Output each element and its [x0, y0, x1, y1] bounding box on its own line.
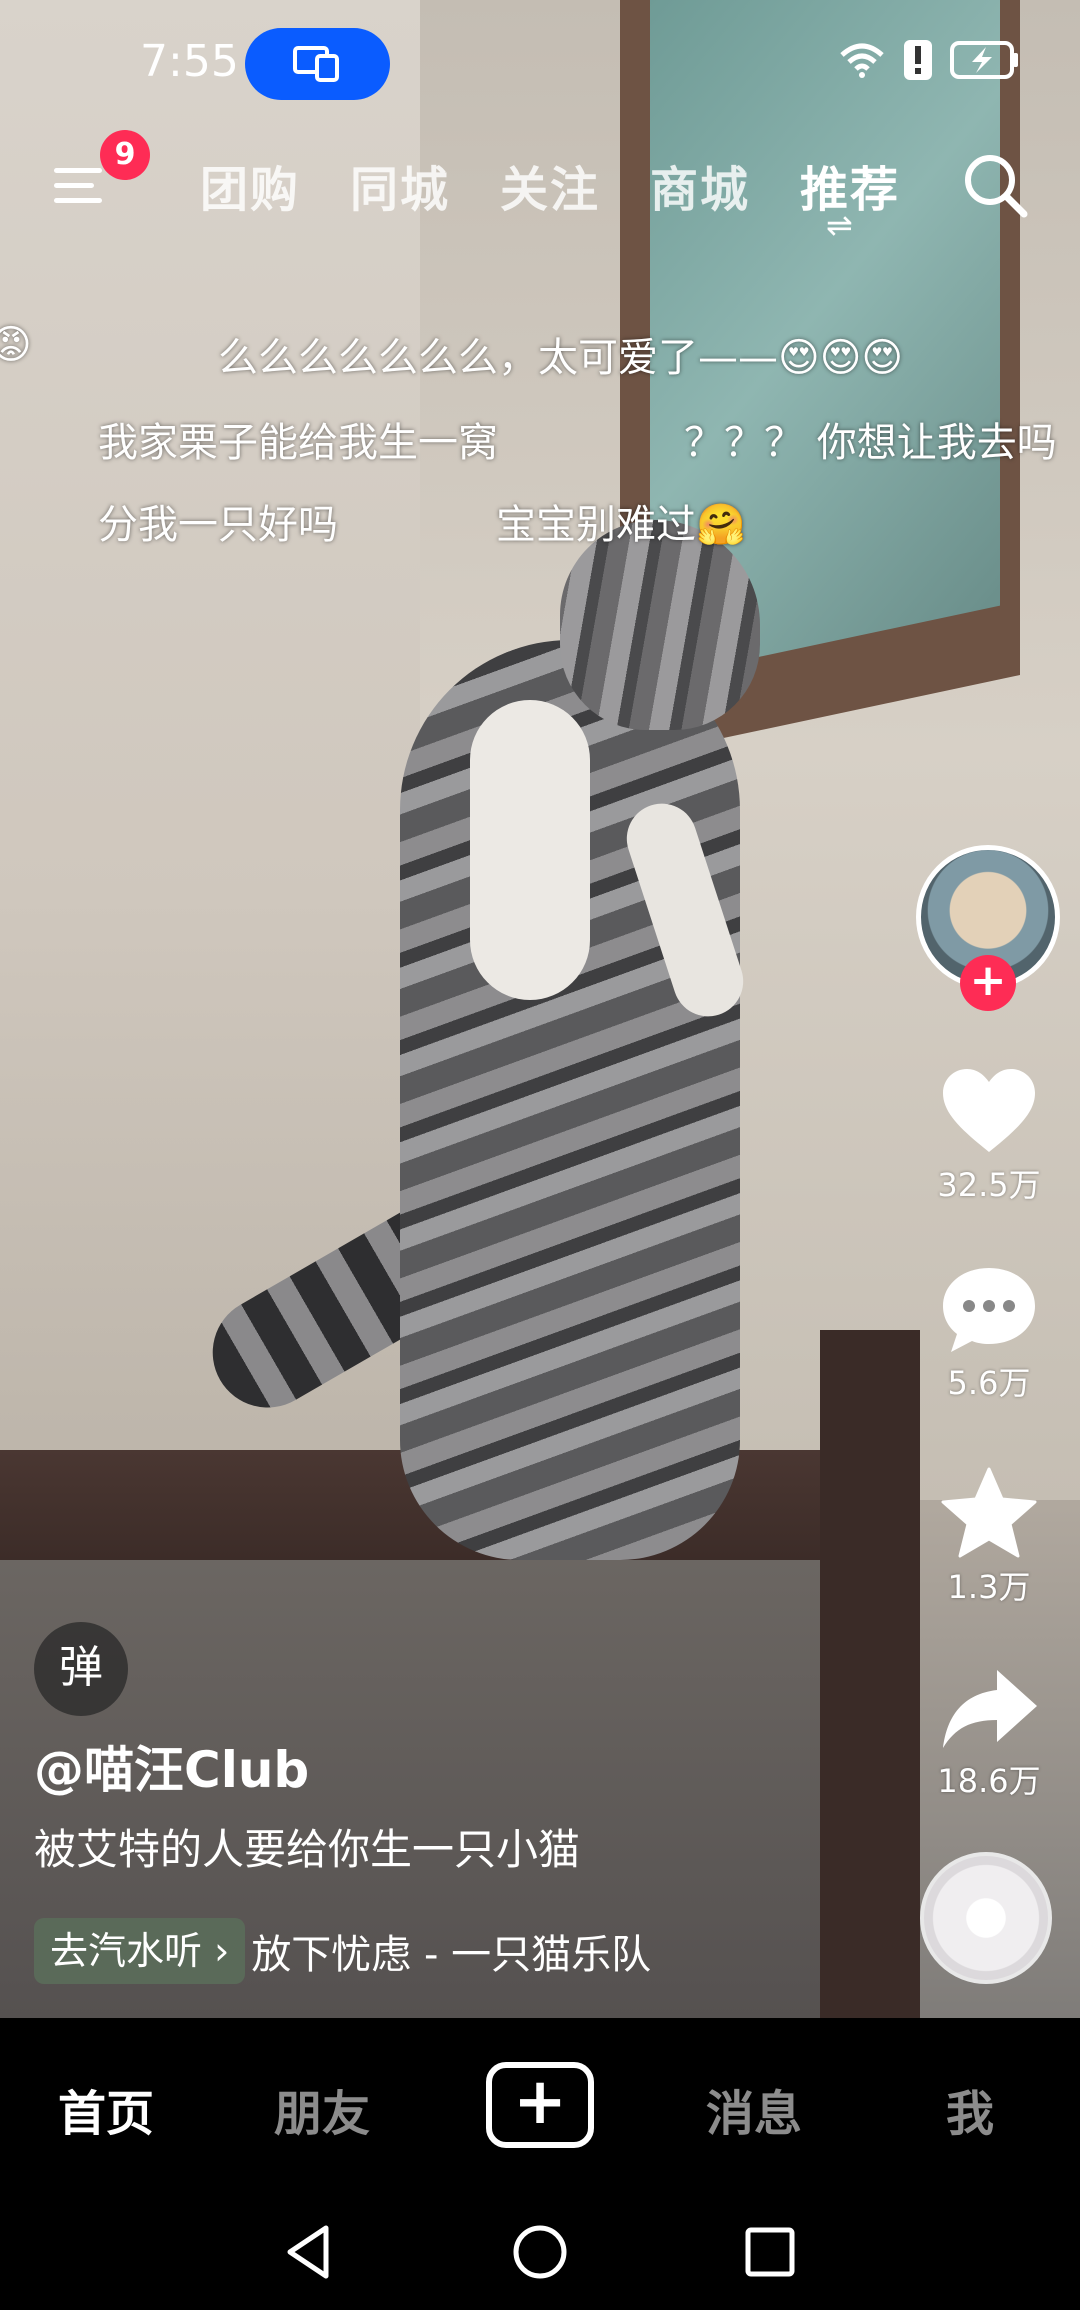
top-nav: 9 团购 同城 关注 商城 推荐 ⇌ — [0, 130, 1080, 244]
alert-icon — [904, 40, 932, 80]
tab-messages[interactable]: 消息 — [706, 2074, 802, 2144]
back-icon[interactable] — [280, 2222, 340, 2282]
chevron-right-icon: › — [214, 1929, 230, 1973]
search-button[interactable] — [960, 150, 1030, 220]
recents-icon[interactable] — [740, 2222, 800, 2282]
switch-icon[interactable]: ⇌ — [826, 206, 853, 244]
author-name[interactable]: @喵汪Club — [34, 1730, 309, 1802]
tab-group-buy[interactable]: 团购 — [200, 150, 300, 220]
tab-friends[interactable]: 朋友 — [274, 2074, 370, 2144]
music-row: 去汽水听 › 放下忧虑 - 一只猫乐队 — [34, 1918, 651, 1984]
bottom-tab-bar: 首页 朋友 + 消息 我 — [0, 2018, 1080, 2194]
music-disc[interactable] — [920, 1852, 1052, 1984]
menu-button[interactable] — [50, 158, 110, 212]
comment-button[interactable]: 5.6万 — [914, 1264, 1064, 1404]
cast-icon — [293, 46, 339, 82]
status-bar: 7:55 — [0, 0, 1080, 120]
tab-following[interactable]: 关注 — [500, 150, 600, 220]
tab-local[interactable]: 同城 — [350, 150, 450, 220]
wooden-rail — [820, 1330, 920, 2018]
notification-badge: 9 — [100, 130, 150, 180]
danmaku-comment: 😡 — [0, 322, 32, 368]
listen-button-label: 去汽水听 — [50, 1929, 203, 1973]
like-button[interactable]: 32.5万 — [914, 1066, 1064, 1206]
favorite-button[interactable]: 1.3万 — [914, 1466, 1064, 1608]
danmaku-comment: 我家栗子能给我生一窝 — [98, 420, 498, 466]
comment-icon — [943, 1268, 1035, 1352]
search-icon — [965, 155, 1028, 218]
star-icon — [941, 1467, 1037, 1558]
danmaku-comment: 么么么么么么么，太可爱了——😍😍😍 — [218, 335, 904, 381]
video-caption[interactable]: 被艾特的人要给你生一只小猫 — [34, 1816, 580, 1877]
battery-charging-icon — [950, 41, 1018, 79]
cast-indicator[interactable] — [245, 28, 390, 100]
cat-chest — [470, 700, 590, 1000]
status-icons — [838, 40, 1020, 80]
home-icon[interactable] — [510, 2222, 570, 2282]
like-count: 32.5万 — [937, 1166, 1041, 1204]
listen-in-qishui-button[interactable]: 去汽水听 › — [34, 1918, 246, 1984]
menu-icon — [54, 168, 102, 203]
share-icon — [943, 1670, 1037, 1748]
tab-home[interactable]: 首页 — [58, 2074, 154, 2144]
danmaku-toggle-button[interactable]: 弹 — [34, 1622, 128, 1716]
create-button[interactable]: + — [486, 2062, 594, 2148]
tab-mall[interactable]: 商城 — [650, 150, 750, 220]
danmaku-comment: ？？？ 你想让我去吗 — [684, 420, 1057, 466]
comment-count: 5.6万 — [947, 1364, 1031, 1402]
wifi-icon — [840, 43, 884, 78]
heart-icon — [943, 1069, 1035, 1152]
share-count: 18.6万 — [937, 1762, 1041, 1800]
follow-button[interactable]: + — [960, 955, 1016, 1011]
favorite-count: 1.3万 — [947, 1568, 1031, 1606]
status-time: 7:55 — [140, 36, 239, 87]
system-nav-bar — [0, 2194, 1080, 2310]
music-title[interactable]: 放下忧虑 - 一只猫乐队 — [251, 1922, 651, 1980]
cat-head — [560, 520, 760, 730]
share-button[interactable]: 18.6万 — [914, 1666, 1064, 1802]
tab-me[interactable]: 我 — [946, 2074, 994, 2144]
danmaku-comment: 分我一只好吗 — [98, 502, 338, 548]
danmaku-comment: 宝宝别难过🤗 — [496, 502, 746, 548]
